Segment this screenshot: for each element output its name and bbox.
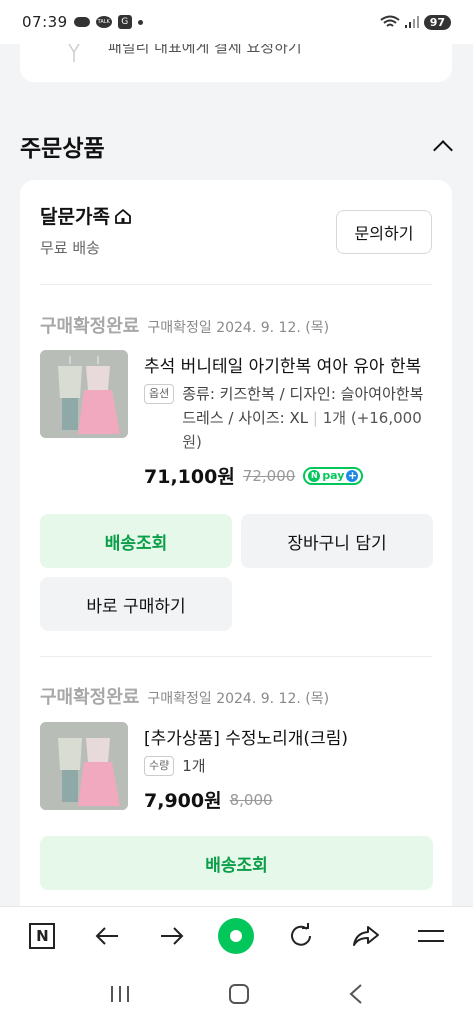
more-notifications-dot-icon (137, 19, 143, 25)
talk-icon: TALK (95, 16, 112, 28)
npay-n-icon: N (308, 469, 321, 482)
status-time: 07:39 (22, 13, 68, 31)
browser-toolbar: N (0, 906, 473, 964)
back-arrow-icon[interactable] (87, 916, 127, 956)
home-green-circle (218, 917, 255, 954)
home-inner-dot (230, 929, 243, 942)
product-thumbnail[interactable] (40, 722, 128, 810)
npay-label: pay (322, 469, 345, 482)
signal-icon (404, 16, 419, 28)
home-icon[interactable] (228, 983, 250, 1005)
quantity-badge: 수량 (144, 756, 175, 776)
refresh-icon[interactable] (281, 916, 321, 956)
back-icon[interactable] (348, 983, 364, 1005)
track-delivery-button[interactable]: 배송조회 (40, 836, 433, 890)
hanbok-product-image (40, 350, 128, 438)
sale-price: 7,900원 (144, 790, 222, 812)
battery-indicator: 97 (423, 14, 451, 30)
option-badge: 옵션 (144, 384, 175, 404)
order-items-header[interactable]: 주문상품 (20, 128, 456, 164)
share-icon[interactable] (346, 916, 386, 956)
product-title[interactable]: 추석 버니테일 아기한복 여아 유아 한복 (144, 352, 432, 377)
section-title: 주문상품 (20, 136, 105, 162)
product-title[interactable]: [추가상품] 수정노리개(크림) (144, 724, 432, 749)
original-price: 72,000 (242, 466, 296, 485)
item-status-line: 구매확정완료 구매확정일 2024. 9. 12. (목) (40, 312, 329, 338)
plus-icon: + (346, 468, 359, 482)
option-text: 종류: 키즈한복 / 디자인: 슬아여아한복드레스 / 사이즈: XL | 1개… (182, 382, 432, 454)
status-bar: 07:39 TALK G 97 (0, 0, 473, 44)
wifi-icon (380, 15, 400, 27)
confirm-date: 구매확정일 2024. 9. 12. (목) (147, 320, 330, 336)
store-name[interactable]: 달문가족 (40, 202, 110, 229)
home-green-dot-icon[interactable] (216, 916, 256, 956)
hanbok-product-image (40, 722, 128, 810)
forward-arrow-svg (160, 926, 184, 945)
item-status-line: 구매확정완료 구매확정일 2024. 9. 12. (목) (40, 683, 329, 709)
forward-arrow-icon[interactable] (152, 916, 192, 956)
buy-now-button[interactable]: 바로 구매하기 (40, 577, 232, 631)
purchase-confirmed-status: 구매확정완료 (40, 316, 140, 337)
confirm-date: 구매확정일 2024. 9. 12. (목) (147, 691, 330, 707)
recent-apps-icon[interactable] (109, 984, 131, 1004)
app-notification-icon: G (117, 15, 132, 29)
order-card: 달문가족 무료 배송 문의하기 구매확정완료 구매확정일 2024. 9. 12… (20, 180, 452, 920)
price-row: 71,100원 72,000 Npay + (144, 462, 364, 489)
store-row: 달문가족 무료 배송 문의하기 (40, 202, 432, 262)
store-home-icon[interactable] (114, 207, 132, 225)
add-to-cart-button[interactable]: 장바구니 담기 (241, 514, 433, 568)
sale-price: 71,100원 (144, 466, 235, 488)
naver-n-icon[interactable]: N (22, 916, 62, 956)
chevron-up-icon[interactable] (433, 140, 453, 160)
divider (40, 284, 432, 285)
naver-n-box: N (29, 922, 56, 949)
divider (40, 656, 432, 657)
status-right: 97 (380, 14, 451, 30)
inquiry-button[interactable]: 문의하기 (336, 210, 432, 254)
original-price: 8,000 (229, 790, 273, 809)
price-row: 7,900원 8,000 (144, 786, 273, 813)
quantity-text: 1개 (182, 757, 206, 775)
track-delivery-button[interactable]: 배송조회 (40, 514, 232, 568)
menu-icon[interactable] (411, 916, 451, 956)
system-navigation-bar (0, 964, 473, 1024)
option-separator: | (312, 409, 318, 427)
npay-plus-badge: Npay + (303, 466, 364, 485)
status-left: 07:39 TALK G (22, 13, 143, 31)
menu-svg (417, 929, 444, 942)
product-option: 수량 1개 (144, 754, 432, 778)
product-thumbnail[interactable] (40, 350, 128, 438)
share-svg (352, 925, 379, 946)
purchase-confirmed-status: 구매확정완료 (40, 687, 140, 708)
product-option: 옵션 종류: 키즈한복 / 디자인: 슬아여아한복드레스 / 사이즈: XL |… (144, 382, 432, 454)
refresh-svg (291, 922, 312, 946)
back-arrow-svg (95, 926, 119, 945)
cloud-icon (73, 17, 90, 27)
